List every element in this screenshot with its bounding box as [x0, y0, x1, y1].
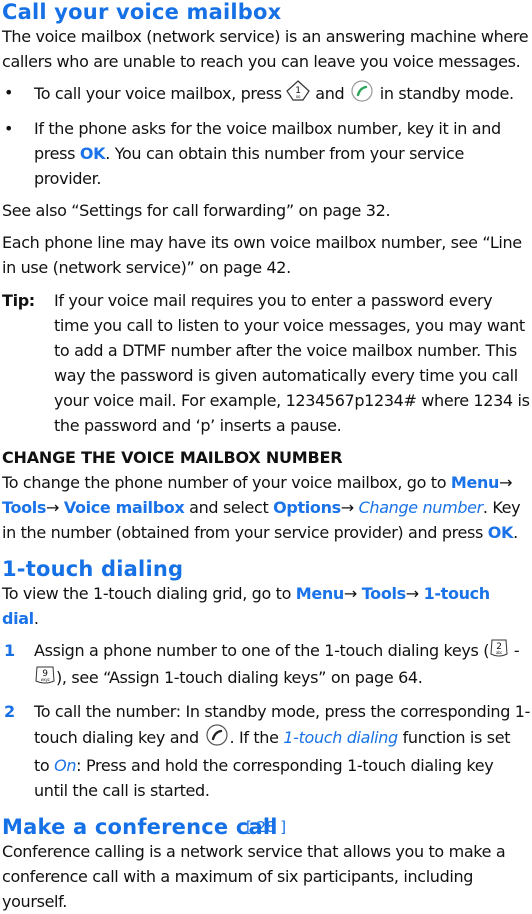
menu-link: Menu: [450, 473, 500, 492]
change-number-text: To change the phone number of your voice…: [2, 473, 521, 542]
manual-page: Call your voice mailbox The voice mailbo…: [2, 0, 530, 914]
change-number-heading: CHANGE THE VOICE MAILBOX NUMBER: [2, 448, 343, 467]
step-item: 2 To call the number: In standby mode, p…: [2, 699, 530, 803]
call-key-icon: [204, 724, 230, 753]
conference-intro: Conference calling is a network service …: [2, 842, 506, 911]
ok-softkey: OK: [79, 144, 106, 163]
page-number: [ 28 ]: [245, 818, 287, 836]
bullet-item: • To call your voice mailbox, press 1 oo …: [2, 80, 530, 109]
voice-mailbox-link: Voice mailbox: [63, 498, 185, 517]
bullet-dot: •: [4, 119, 14, 138]
ok-softkey: OK: [487, 523, 514, 542]
tip-label: Tip:: [2, 291, 35, 310]
bullet-item: • If the phone asks for the voice mailbo…: [2, 116, 530, 191]
see-also-text: See also “Settings for call forwarding” …: [2, 201, 391, 220]
step-number: 2: [4, 702, 15, 721]
svg-text:wxyz: wxyz: [41, 677, 50, 682]
key-2-icon: 2 abc: [489, 638, 509, 665]
call-key-icon: [349, 80, 375, 109]
section-title-voice-mailbox: Call your voice mailbox: [2, 0, 282, 24]
change-number-option: Change number: [358, 498, 484, 517]
section-title-1-touch: 1-touch dialing: [2, 557, 184, 581]
tip-text: If your voice mail requires you to enter…: [54, 291, 530, 435]
options-link: Options: [273, 498, 341, 517]
menu-link: Menu: [295, 584, 345, 603]
voice-mailbox-intro: The voice mailbox (network service) is a…: [2, 27, 529, 71]
key-1-voicemail-icon: 1 oo: [286, 80, 311, 109]
tip-block: Tip: If your voice mail requires you to …: [2, 288, 530, 438]
tools-link: Tools: [2, 498, 47, 517]
on-value: On: [54, 756, 77, 775]
tools-link: Tools: [361, 584, 406, 603]
one-touch-intro: To view the 1-touch dialing grid, go to …: [2, 584, 490, 628]
bullet-dot: •: [4, 83, 14, 102]
svg-text:abc: abc: [496, 650, 502, 655]
one-touch-dialing-setting: 1-touch dialing: [283, 728, 398, 747]
step-number: 1: [4, 641, 15, 660]
key-9-icon: 9 wxyz: [34, 665, 56, 692]
step-item: 1 Assign a phone number to one of the 1-…: [2, 638, 530, 692]
line-in-use-text: Each phone line may have its own voice m…: [2, 233, 522, 277]
